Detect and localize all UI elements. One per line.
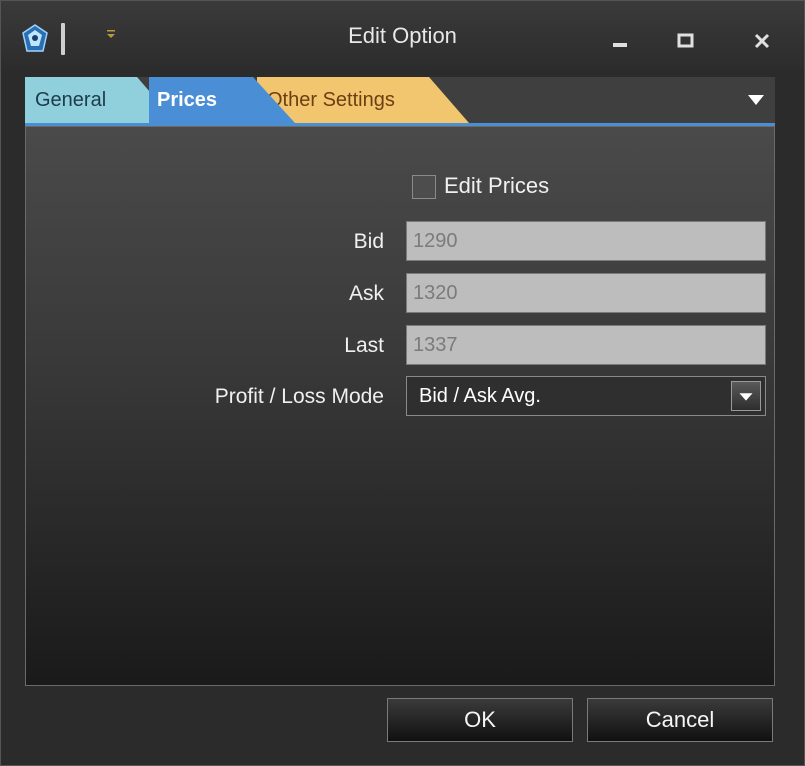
title-bar[interactable]: Edit Option	[1, 1, 804, 71]
chevron-down-icon[interactable]	[747, 93, 765, 107]
profit-loss-mode-value: Bid / Ask Avg.	[419, 385, 541, 407]
prices-panel: Edit Prices Bid 1290 Ask 1320 Last 1337 …	[25, 126, 775, 686]
edit-prices-label[interactable]: Edit Prices	[444, 173, 549, 199]
bid-label: Bid	[353, 230, 384, 253]
minimize-icon	[613, 43, 627, 47]
edit-option-window: Edit Option General Other Settings Price…	[0, 0, 805, 766]
tab-other-settings[interactable]: Other Settings	[257, 77, 469, 123]
profit-loss-mode-select[interactable]: Bid / Ask Avg.	[406, 376, 766, 416]
maximize-button[interactable]	[666, 23, 706, 59]
maximize-icon	[677, 33, 694, 48]
cancel-button[interactable]: Cancel	[587, 698, 773, 742]
chevron-down-icon[interactable]	[731, 381, 761, 411]
close-icon	[754, 33, 770, 49]
bid-field[interactable]: 1290	[406, 221, 766, 261]
ok-button[interactable]: OK	[387, 698, 573, 742]
ask-field[interactable]: 1320	[406, 273, 766, 313]
minimize-button[interactable]	[601, 23, 641, 59]
tab-strip: General Other Settings Prices	[25, 77, 775, 126]
profit-loss-mode-label: Profit / Loss Mode	[214, 385, 384, 408]
edit-prices-checkbox[interactable]	[412, 175, 436, 199]
ask-label: Ask	[348, 282, 384, 305]
last-label: Last	[344, 334, 384, 357]
close-button[interactable]	[743, 23, 783, 59]
last-field[interactable]: 1337	[406, 325, 766, 365]
